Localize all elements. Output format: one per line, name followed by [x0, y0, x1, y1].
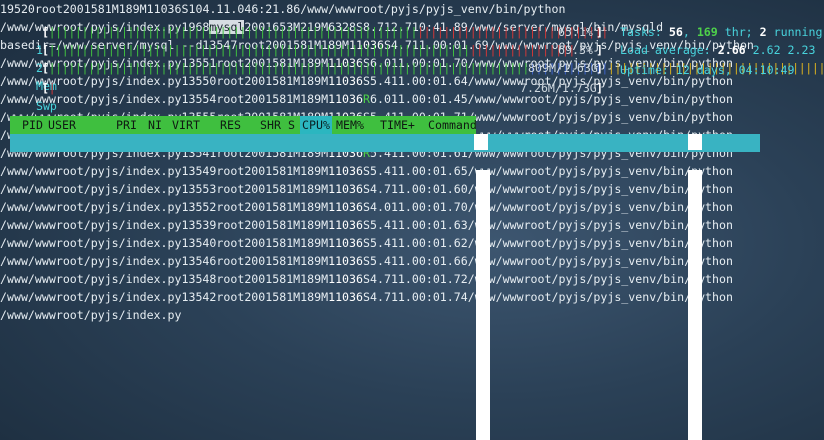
process-row[interactable] [10, 152, 824, 170]
cell-user: root [34, 2, 63, 16]
col-ni[interactable]: NI [148, 116, 162, 134]
cell-virt: 1581M [265, 92, 301, 106]
cell-cpu: 104. [188, 2, 217, 16]
cell-mem: 11.0 [216, 2, 245, 16]
cell-mem: 11.0 [390, 92, 419, 106]
cell-user: root [216, 92, 245, 106]
redaction-box [476, 170, 490, 440]
col-shr[interactable]: SHR [260, 116, 281, 134]
cpu1-bar: [|||||||||||||||||||||||||||||||||||||||… [42, 25, 608, 39]
cell-pid: 13554 [181, 92, 217, 106]
col-pri[interactable]: PRI [116, 116, 137, 134]
cell-ni: 0 [76, 2, 84, 16]
load-average: Load average: 2.66 2.62 2.23 [620, 43, 816, 57]
cell-shr: 11036 [146, 2, 182, 16]
uptime: Uptime: 12 days, 04:10:49 [620, 63, 795, 77]
cell-s: S [181, 2, 189, 16]
cpu2-bar: [|||||||||||||||||||||||||||||||||||||||… [42, 43, 575, 57]
process-table-header[interactable]: PID USER PRI NI VIRT RES SHR S CPU% MEM%… [10, 116, 477, 134]
redaction-box [688, 134, 702, 150]
col-mem[interactable]: MEM% [336, 116, 364, 134]
cpu2-bracket: ] [596, 43, 603, 57]
cell-time: 46:21.86 [244, 2, 301, 16]
cell-virt: 1581M [83, 2, 119, 16]
cell-pri: 20 [62, 2, 77, 16]
col-command[interactable]: Command [428, 116, 477, 134]
col-user[interactable]: USER [48, 116, 76, 134]
col-virt[interactable]: VIRT [172, 116, 200, 134]
swp-bar: [| [42, 81, 56, 95]
col-cpu[interactable]: CPU% [300, 116, 332, 134]
swp-label: Swp [35, 99, 57, 113]
tasks-summary: Tasks: 56, 169 thr; 2 running [620, 25, 823, 39]
cell-cpu: 6.0 [369, 92, 391, 106]
mem-value: 809M/1.63G [528, 61, 598, 75]
redaction-box [688, 170, 702, 440]
cell-s: R [363, 92, 370, 106]
cpu1-value: 65.1% [558, 25, 593, 39]
col-pid[interactable]: PID [22, 116, 43, 134]
cell-res: 189M [300, 92, 329, 106]
swp-bracket: ] [596, 81, 603, 95]
cell-pri: 20 [244, 92, 259, 106]
cell-time: 0:01.45 [418, 92, 468, 106]
redaction-box [474, 134, 488, 150]
cpu1-bracket: ] [596, 25, 603, 39]
cell-pid: 19520 [0, 2, 35, 16]
col-s[interactable]: S [288, 116, 295, 134]
cell-shr: 11036 [328, 92, 363, 106]
cell-res: 189M [118, 2, 147, 16]
mem-bracket: ] [596, 61, 603, 75]
col-time[interactable]: TIME+ [380, 116, 415, 134]
swp-value: 7.26M/1.73G [520, 81, 597, 95]
col-res[interactable]: RES [220, 116, 241, 134]
cpu2-value: 69.3% [558, 43, 593, 57]
